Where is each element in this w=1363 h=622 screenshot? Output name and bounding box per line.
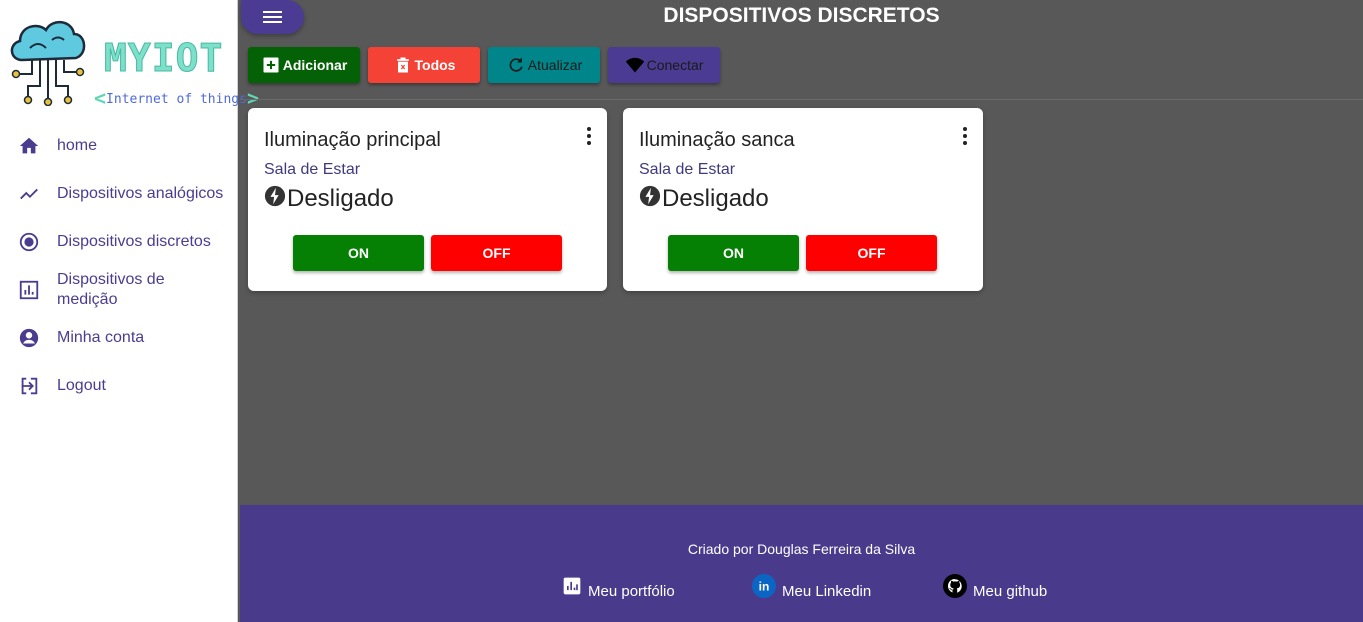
linkedin-link-label: Meu Linkedin bbox=[782, 583, 872, 600]
sidebar-item-analog-devices[interactable]: Dispositivos analógicos bbox=[0, 172, 238, 216]
footer-credit: Criado por Douglas Ferreira da Silva bbox=[687, 541, 916, 557]
sidebar-item-label: Dispositivos discretos bbox=[57, 233, 211, 250]
sidebar-item-label: Dispositivos analógicos bbox=[57, 185, 224, 202]
add-button-label: Adicionar bbox=[282, 57, 348, 73]
device-status-text: Desligado bbox=[662, 185, 769, 212]
sidebar: MYIOT <Internet of things> home Disposit… bbox=[0, 0, 259, 622]
portfolio-link-label: Meu portfólio bbox=[588, 583, 675, 600]
logo-subtitle: <Internet of things> bbox=[94, 86, 259, 110]
connect-button[interactable]: Conectar bbox=[608, 47, 720, 83]
on-button[interactable]: ON bbox=[293, 235, 424, 271]
add-button[interactable]: Adicionar bbox=[248, 47, 360, 83]
footer: Criado por Douglas Ferreira da Silva Meu… bbox=[240, 505, 1363, 622]
svg-text:in: in bbox=[759, 579, 770, 593]
github-icon bbox=[943, 573, 967, 598]
on-button[interactable]: ON bbox=[668, 235, 799, 271]
sidebar-item-label: Logout bbox=[57, 377, 106, 394]
device-name: Iluminação sanca bbox=[639, 129, 795, 151]
sidebar-item-measurement-devices[interactable]: Dispositivos de medição bbox=[0, 268, 238, 312]
refresh-button[interactable]: Atualizar bbox=[488, 47, 600, 83]
device-card: Iluminação principal Sala de Estar Desli… bbox=[248, 108, 607, 291]
device-card: Iluminação sanca Sala de Estar Desligado… bbox=[623, 108, 983, 291]
sidebar-item-home[interactable]: home bbox=[0, 124, 238, 168]
github-link-label: Meu github bbox=[973, 583, 1048, 600]
wifi-icon bbox=[625, 57, 644, 73]
toolbar-divider bbox=[240, 99, 1363, 100]
off-button[interactable]: OFF bbox=[806, 235, 937, 271]
home-icon bbox=[19, 137, 39, 154]
linkedin-icon: in bbox=[752, 573, 776, 598]
linkedin-link[interactable]: in Meu Linkedin bbox=[752, 573, 872, 600]
account-circle-icon bbox=[19, 328, 39, 348]
device-status: Desligado bbox=[639, 185, 769, 213]
sidebar-item-label: home bbox=[57, 137, 98, 154]
logo-subtitle-text: Internet of things bbox=[106, 92, 247, 107]
logout-icon bbox=[21, 377, 38, 395]
cloud-circuit-logo-icon bbox=[10, 21, 86, 106]
device-room: Sala de Estar bbox=[639, 161, 736, 178]
device-room: Sala de Estar bbox=[264, 161, 361, 178]
delete-icon bbox=[396, 57, 409, 73]
bar-chart-icon bbox=[19, 280, 39, 300]
sidebar-item-my-account[interactable]: Minha conta bbox=[0, 316, 238, 360]
refresh-button-label: Atualizar bbox=[527, 57, 583, 73]
logo-title: MYIOT bbox=[103, 36, 224, 81]
off-button[interactable]: OFF bbox=[431, 235, 562, 271]
refresh-icon bbox=[509, 57, 523, 72]
chart-box-icon bbox=[563, 577, 581, 594]
add-box-icon bbox=[263, 57, 279, 73]
radio-button-icon bbox=[19, 232, 39, 252]
sidebar-item-label: Minha conta bbox=[57, 329, 145, 346]
device-status: Desligado bbox=[264, 185, 394, 213]
sidebar-item-label: Dispositivos de medição bbox=[57, 271, 165, 308]
flash-circle-icon bbox=[264, 185, 286, 207]
device-status-text: Desligado bbox=[287, 185, 394, 212]
myiot-logo: MYIOT <Internet of things> bbox=[8, 14, 259, 110]
more-vert-icon[interactable] bbox=[585, 126, 593, 146]
trending-line-icon bbox=[20, 188, 38, 200]
sidebar-item-logout[interactable]: Logout bbox=[0, 364, 238, 408]
sidebar-item-discrete-devices[interactable]: Dispositivos discretos bbox=[0, 220, 238, 264]
github-link[interactable]: Meu github bbox=[943, 573, 1048, 600]
flash-circle-icon bbox=[639, 185, 661, 207]
more-vert-icon[interactable] bbox=[961, 126, 969, 146]
device-name: Iluminação principal bbox=[264, 129, 441, 151]
page-title: DISPOSITIVOS DISCRETOS bbox=[663, 4, 940, 27]
delete-all-button[interactable]: Todos bbox=[368, 47, 480, 83]
delete-all-button-label: Todos bbox=[414, 57, 456, 73]
portfolio-link[interactable]: Meu portfólio bbox=[562, 577, 675, 600]
connect-button-label: Conectar bbox=[646, 57, 704, 73]
